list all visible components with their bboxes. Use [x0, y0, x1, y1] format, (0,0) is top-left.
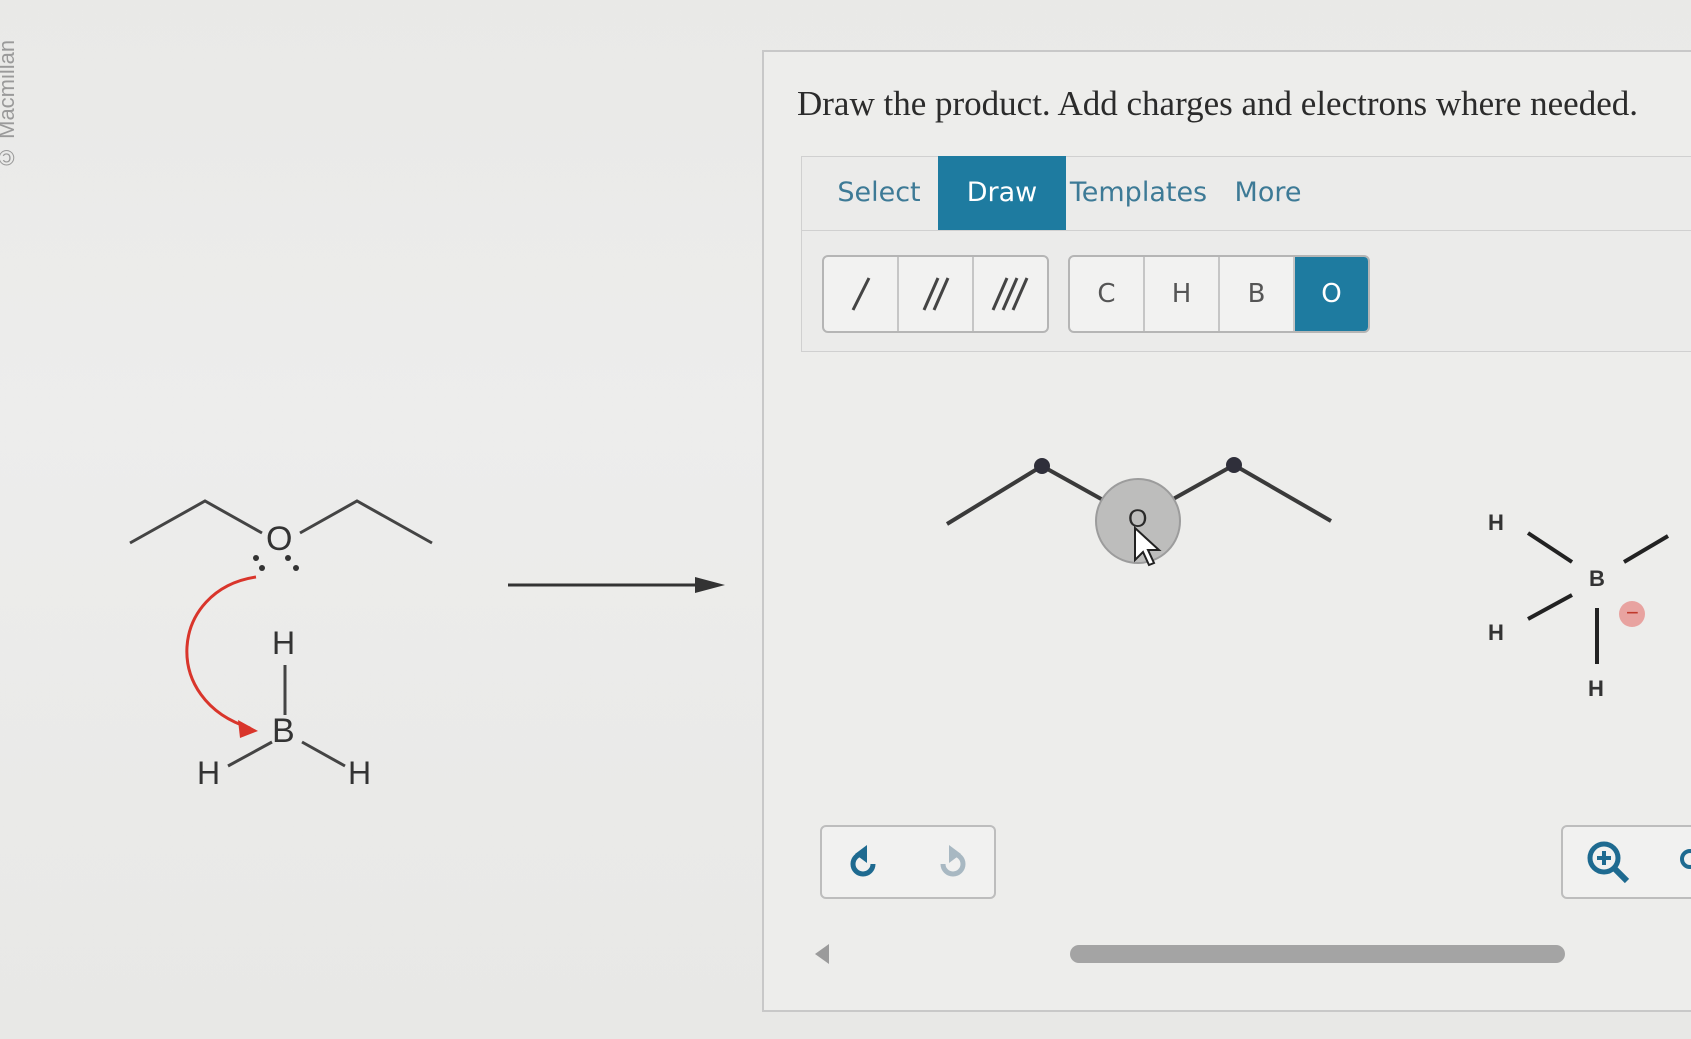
canvas-hydrogen-top[interactable]: H [1488, 510, 1504, 536]
canvas-bond [1165, 463, 1235, 505]
canvas-oxygen-label[interactable]: O [1128, 505, 1147, 534]
zoom-in-icon [1587, 841, 1630, 884]
canvas-atom-node [1034, 458, 1050, 474]
canvas-bond [1526, 531, 1574, 564]
zoom-out-icon [1680, 849, 1691, 869]
canvas-atom-node [1226, 457, 1242, 473]
zoom-out-button[interactable] [1653, 825, 1691, 899]
negative-charge-symbol: − [1626, 600, 1639, 625]
canvas-hydrogen-left[interactable]: H [1488, 620, 1504, 646]
canvas-bond [1233, 463, 1332, 523]
canvas-bond [1527, 593, 1573, 621]
undo-icon [850, 845, 876, 877]
canvas-boron-label[interactable]: B [1589, 566, 1605, 592]
canvas-hydrogen-bottom[interactable]: H [1588, 676, 1604, 702]
scroll-left-arrow-icon[interactable] [815, 944, 829, 964]
undo-button[interactable] [820, 825, 910, 899]
horizontal-scrollbar[interactable] [1070, 945, 1565, 963]
zoom-in-button[interactable] [1561, 825, 1655, 899]
redo-icon [940, 845, 966, 877]
redo-button[interactable] [908, 825, 996, 899]
canvas-bond [1622, 534, 1670, 564]
canvas-bond [945, 464, 1044, 526]
